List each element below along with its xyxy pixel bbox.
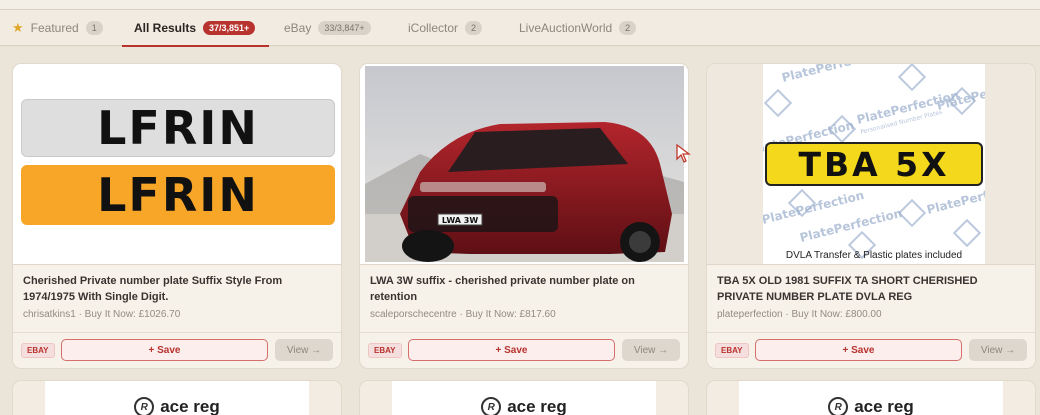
listing-meta: scaleporschecentre · Buy It Now: £817.60 (370, 309, 556, 320)
divider (707, 264, 1035, 265)
result-card-partial[interactable]: R ace reg (12, 380, 342, 415)
ace-reg-logo-text: ace reg (160, 397, 220, 415)
tab-count: 2 (619, 21, 637, 35)
tab-featured[interactable]: ★ Featured 1 (12, 10, 103, 46)
listing-title[interactable]: TBA 5X OLD 1981 SUFFIX TA SHORT CHERISHE… (717, 273, 1023, 305)
save-button[interactable]: + Save (408, 339, 615, 361)
result-card[interactable]: LWA 3W LWA 3W suffix - cherished private… (359, 63, 689, 369)
active-tab-indicator (122, 45, 270, 47)
save-button[interactable]: + Save (755, 339, 962, 361)
listing-image[interactable]: R ace reg (45, 381, 309, 415)
tab-count: 37/3,851+ (203, 21, 256, 35)
result-card-partial[interactable]: R ace reg (706, 380, 1036, 415)
car-photo: LWA 3W (365, 66, 684, 262)
listing-image[interactable]: LWA 3W (360, 64, 688, 264)
divider (13, 332, 341, 333)
rear-plate: LFRIN (21, 165, 335, 225)
tab-label: eBay (284, 21, 312, 35)
image-caption: DVLA Transfer & Plastic plates included (785, 250, 963, 261)
source-badge: EBAY (21, 343, 55, 358)
tab-label: Featured (30, 21, 79, 35)
divider (360, 332, 688, 333)
listing-image[interactable]: LFRIN LFRIN (13, 64, 341, 264)
result-card-partial[interactable]: R ace reg (359, 380, 689, 415)
listing-image[interactable]: R ace reg (392, 381, 656, 415)
tab-label: LiveAuctionWorld (519, 21, 613, 35)
ace-reg-logo-icon: R (828, 397, 849, 415)
result-card[interactable]: PlatePerfection PlatePerfection PlatePer… (706, 63, 1036, 369)
source-badge: EBAY (715, 343, 749, 358)
mouse-cursor-icon (676, 144, 691, 163)
tab-label: All Results (134, 21, 197, 35)
tab-count: 33/3,847+ (318, 21, 371, 35)
tab-liveauctionworld[interactable]: LiveAuctionWorld 2 (519, 10, 637, 46)
watermark-text: PlatePerfection (780, 64, 885, 85)
listing-title[interactable]: LWA 3W suffix - cherished private number… (370, 273, 676, 305)
tab-count: 1 (85, 21, 103, 35)
yellow-plate: TBA 5X (765, 142, 983, 186)
listing-image[interactable]: R ace reg (739, 381, 1003, 415)
save-button[interactable]: + Save (61, 339, 268, 361)
tab-all-results[interactable]: All Results 37/3,851+ (122, 10, 270, 47)
ace-reg-logo-text: ace reg (507, 397, 567, 415)
tab-label: iCollector (408, 21, 459, 35)
divider (360, 264, 688, 265)
divider (13, 264, 341, 265)
front-plate: LFRIN (21, 99, 335, 157)
view-button[interactable]: View → (275, 339, 333, 361)
source-tabs: ★ Featured 1 All Results 37/3,851+ eBay … (0, 10, 1040, 47)
listing-meta: chrisatkins1 · Buy It Now: £1026.70 (23, 309, 181, 320)
divider (707, 332, 1035, 333)
source-badge: EBAY (368, 343, 402, 358)
listing-image[interactable]: PlatePerfection PlatePerfection PlatePer… (707, 64, 1035, 264)
view-button[interactable]: View → (969, 339, 1027, 361)
car-plate: LWA 3W (442, 216, 478, 225)
ace-reg-logo-icon: R (134, 397, 155, 415)
view-button[interactable]: View → (622, 339, 680, 361)
ace-reg-logo-text: ace reg (854, 397, 914, 415)
tab-count: 2 (465, 21, 483, 35)
ace-reg-logo-icon: R (481, 397, 502, 415)
result-card[interactable]: LFRIN LFRIN Cherished Private number pla… (12, 63, 342, 369)
top-strip (0, 0, 1040, 10)
plateperfection-image: PlatePerfection PlatePerfection PlatePer… (763, 64, 985, 264)
listing-meta: plateperfection · Buy It Now: £800.00 (717, 309, 882, 320)
star-icon: ★ (12, 20, 24, 35)
tab-icollector[interactable]: iCollector 2 (408, 10, 483, 46)
listing-title[interactable]: Cherished Private number plate Suffix St… (23, 273, 329, 305)
tab-ebay[interactable]: eBay 33/3,847+ (284, 10, 371, 46)
